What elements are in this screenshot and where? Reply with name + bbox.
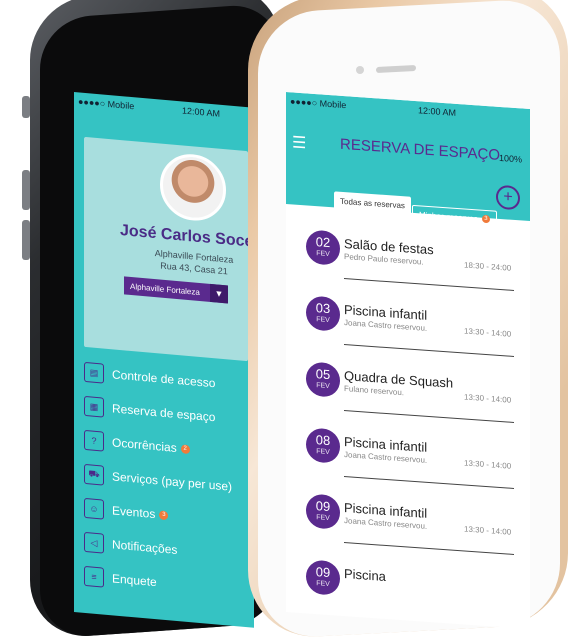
profile-card: José Carlos Socele Alphaville Fortaleza … — [84, 136, 254, 362]
reservation-list: 02 FEV Salão de festas Pedro Paulo reser… — [286, 222, 530, 629]
battery-indicator: 100% — [498, 152, 522, 165]
reservation-hours: 13:30 - 14:00 — [464, 458, 512, 471]
left-app-screen: ●●●●○ Mobile 12:00 AM José Carlos Socele… — [74, 92, 254, 628]
date-badge: 09 FEV — [306, 559, 340, 596]
date-day: 09 — [315, 564, 331, 581]
date-month: FEV — [316, 382, 330, 391]
date-month: FEV — [316, 514, 330, 523]
page-title: RESERVA DE ESPAÇO — [340, 135, 501, 164]
profile-name: José Carlos Socele — [120, 222, 254, 252]
volume-up-button — [22, 170, 30, 210]
date-month: FEV — [316, 316, 330, 325]
reservation-place: Piscina — [344, 566, 386, 584]
badge-card-icon: ▤ — [84, 361, 104, 384]
notification-badge: 2 — [180, 443, 190, 454]
side-menu: ▤ Controle de acesso ▦ Reserva de espaço… — [84, 355, 254, 608]
divider — [344, 476, 514, 489]
add-reservation-button[interactable]: + — [496, 184, 520, 211]
date-month: FEV — [316, 250, 330, 259]
divider — [344, 278, 514, 291]
notification-badge: 3 — [159, 509, 169, 520]
date-month: FEV — [316, 448, 330, 457]
volume-down-button — [22, 220, 30, 260]
menu-item-label: Reserva de espaço — [112, 401, 216, 425]
menu-item-label: Notificações — [112, 537, 178, 558]
clock: 12:00 AM — [417, 105, 456, 118]
alert-book-icon: ? — [84, 429, 104, 452]
condominium-select[interactable]: Alphaville Fortaleza ▼ — [124, 276, 228, 304]
clock: 12:00 AM — [181, 105, 220, 119]
condominium-select-value: Alphaville Fortaleza — [130, 281, 200, 297]
avatar[interactable] — [160, 151, 226, 224]
divider — [344, 542, 514, 555]
divider — [344, 344, 514, 357]
tab-todas-as-reservas[interactable]: Todas as reservas — [334, 191, 411, 216]
date-badge: 03 FEV — [306, 295, 340, 332]
date-badge: 09 FEV — [306, 493, 340, 530]
date-badge: 08 FEV — [306, 427, 340, 464]
survey-icon: ≡ — [84, 565, 104, 588]
cart-icon: ⛟ — [84, 463, 104, 486]
date-day: 03 — [315, 300, 331, 317]
date-badge: 02 FEV — [306, 229, 340, 266]
right-app-screen: ●●●●○ Mobile 12:00 AM 100% ☰ RESERVA DE … — [286, 92, 530, 630]
carrier-label: ●●●●○ Mobile — [290, 96, 347, 111]
date-day: 05 — [315, 366, 331, 383]
menu-item-label: Enquete — [112, 571, 157, 590]
divider — [344, 410, 514, 423]
menu-item-label: Serviços (pay per use) — [112, 469, 233, 494]
menu-item-label: Controle de acesso — [112, 367, 216, 391]
date-month: FEV — [316, 580, 330, 589]
reservation-hours: 13:30 - 14:00 — [464, 392, 512, 405]
menu-item-label: Eventos — [112, 503, 156, 522]
date-day: 08 — [315, 432, 331, 449]
tab-minhas-reservas[interactable]: Minhas reservas 3 — [412, 204, 497, 230]
chevron-down-icon[interactable]: ▼ — [210, 283, 228, 304]
menu-item-label: Ocorrências — [112, 435, 177, 455]
date-badge: 05 FEV — [306, 361, 340, 398]
carrier-label: ●●●●○ Mobile — [78, 96, 135, 112]
reservation-hours: 18:30 - 24:00 — [464, 260, 512, 273]
reservation-hours: 13:30 - 14:00 — [464, 524, 512, 537]
date-day: 02 — [315, 234, 331, 251]
reservations-header: ●●●●○ Mobile 12:00 AM 100% ☰ RESERVA DE … — [286, 92, 530, 230]
calendar-icon: ▦ — [84, 395, 104, 418]
reservation-hours: 13:30 - 14:00 — [464, 326, 512, 339]
hamburger-menu-icon[interactable]: ☰ — [292, 132, 306, 153]
date-day: 09 — [315, 498, 331, 515]
people-icon: ☺ — [84, 497, 104, 520]
front-camera — [356, 66, 364, 74]
profile-address: Alphaville Fortaleza Rua 43, Casa 21 — [144, 246, 244, 279]
megaphone-icon: ◁ — [84, 531, 104, 554]
tab-label: Minhas reservas — [419, 210, 478, 224]
mute-switch — [22, 96, 30, 118]
notification-badge: 3 — [481, 214, 490, 224]
